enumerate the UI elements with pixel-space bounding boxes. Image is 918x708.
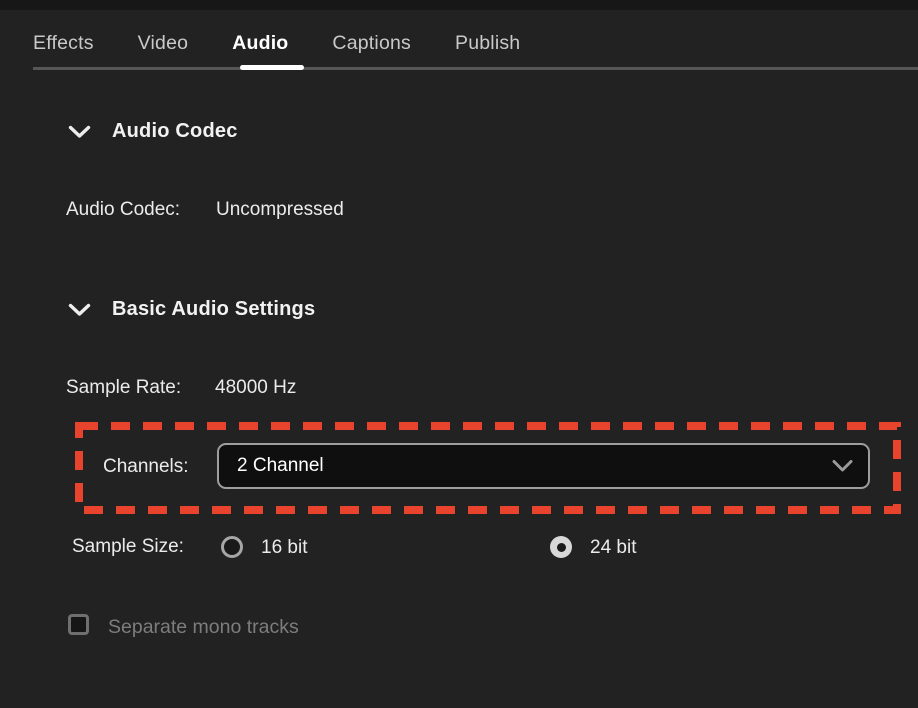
tab-audio[interactable]: Audio (232, 32, 288, 55)
channels-selected-value: 2 Channel (237, 455, 324, 477)
radio-24bit[interactable] (550, 536, 572, 558)
radio-16bit-label[interactable]: 16 bit (261, 537, 307, 559)
separate-mono-checkbox[interactable] (68, 614, 89, 635)
basic-audio-section-header[interactable]: Basic Audio Settings (68, 298, 315, 321)
radio-16bit[interactable] (221, 536, 243, 558)
channels-label: Channels: (103, 456, 189, 478)
chevron-down-icon (68, 303, 91, 317)
audio-codec-label: Audio Codec: (66, 199, 180, 221)
active-tab-underline (240, 65, 304, 70)
separate-mono-label: Separate mono tracks (108, 616, 299, 639)
tab-effects[interactable]: Effects (33, 32, 94, 55)
tab-divider (33, 67, 918, 70)
top-strip (0, 0, 918, 10)
sample-size-label: Sample Size: (72, 536, 184, 558)
tab-bar: Effects Video Audio Captions Publish (33, 32, 520, 55)
tab-video[interactable]: Video (138, 32, 189, 55)
audio-codec-value: Uncompressed (216, 199, 344, 221)
sample-rate-label: Sample Rate: (66, 377, 181, 399)
section-title: Basic Audio Settings (112, 298, 315, 321)
section-title: Audio Codec (112, 120, 238, 143)
chevron-down-icon (68, 125, 91, 139)
annotation-dashed-rectangle (0, 0, 918, 708)
radio-24bit-label[interactable]: 24 bit (590, 537, 636, 559)
audio-codec-section-header[interactable]: Audio Codec (68, 120, 238, 143)
tab-publish[interactable]: Publish (455, 32, 520, 55)
sample-rate-value: 48000 Hz (215, 377, 296, 399)
tab-captions[interactable]: Captions (332, 32, 411, 55)
channels-dropdown[interactable]: 2 Channel (217, 443, 870, 489)
dropdown-chevron-icon (832, 460, 853, 473)
export-settings-audio-panel: Effects Video Audio Captions Publish Aud… (0, 0, 918, 708)
radio-selected-dot (557, 543, 566, 552)
